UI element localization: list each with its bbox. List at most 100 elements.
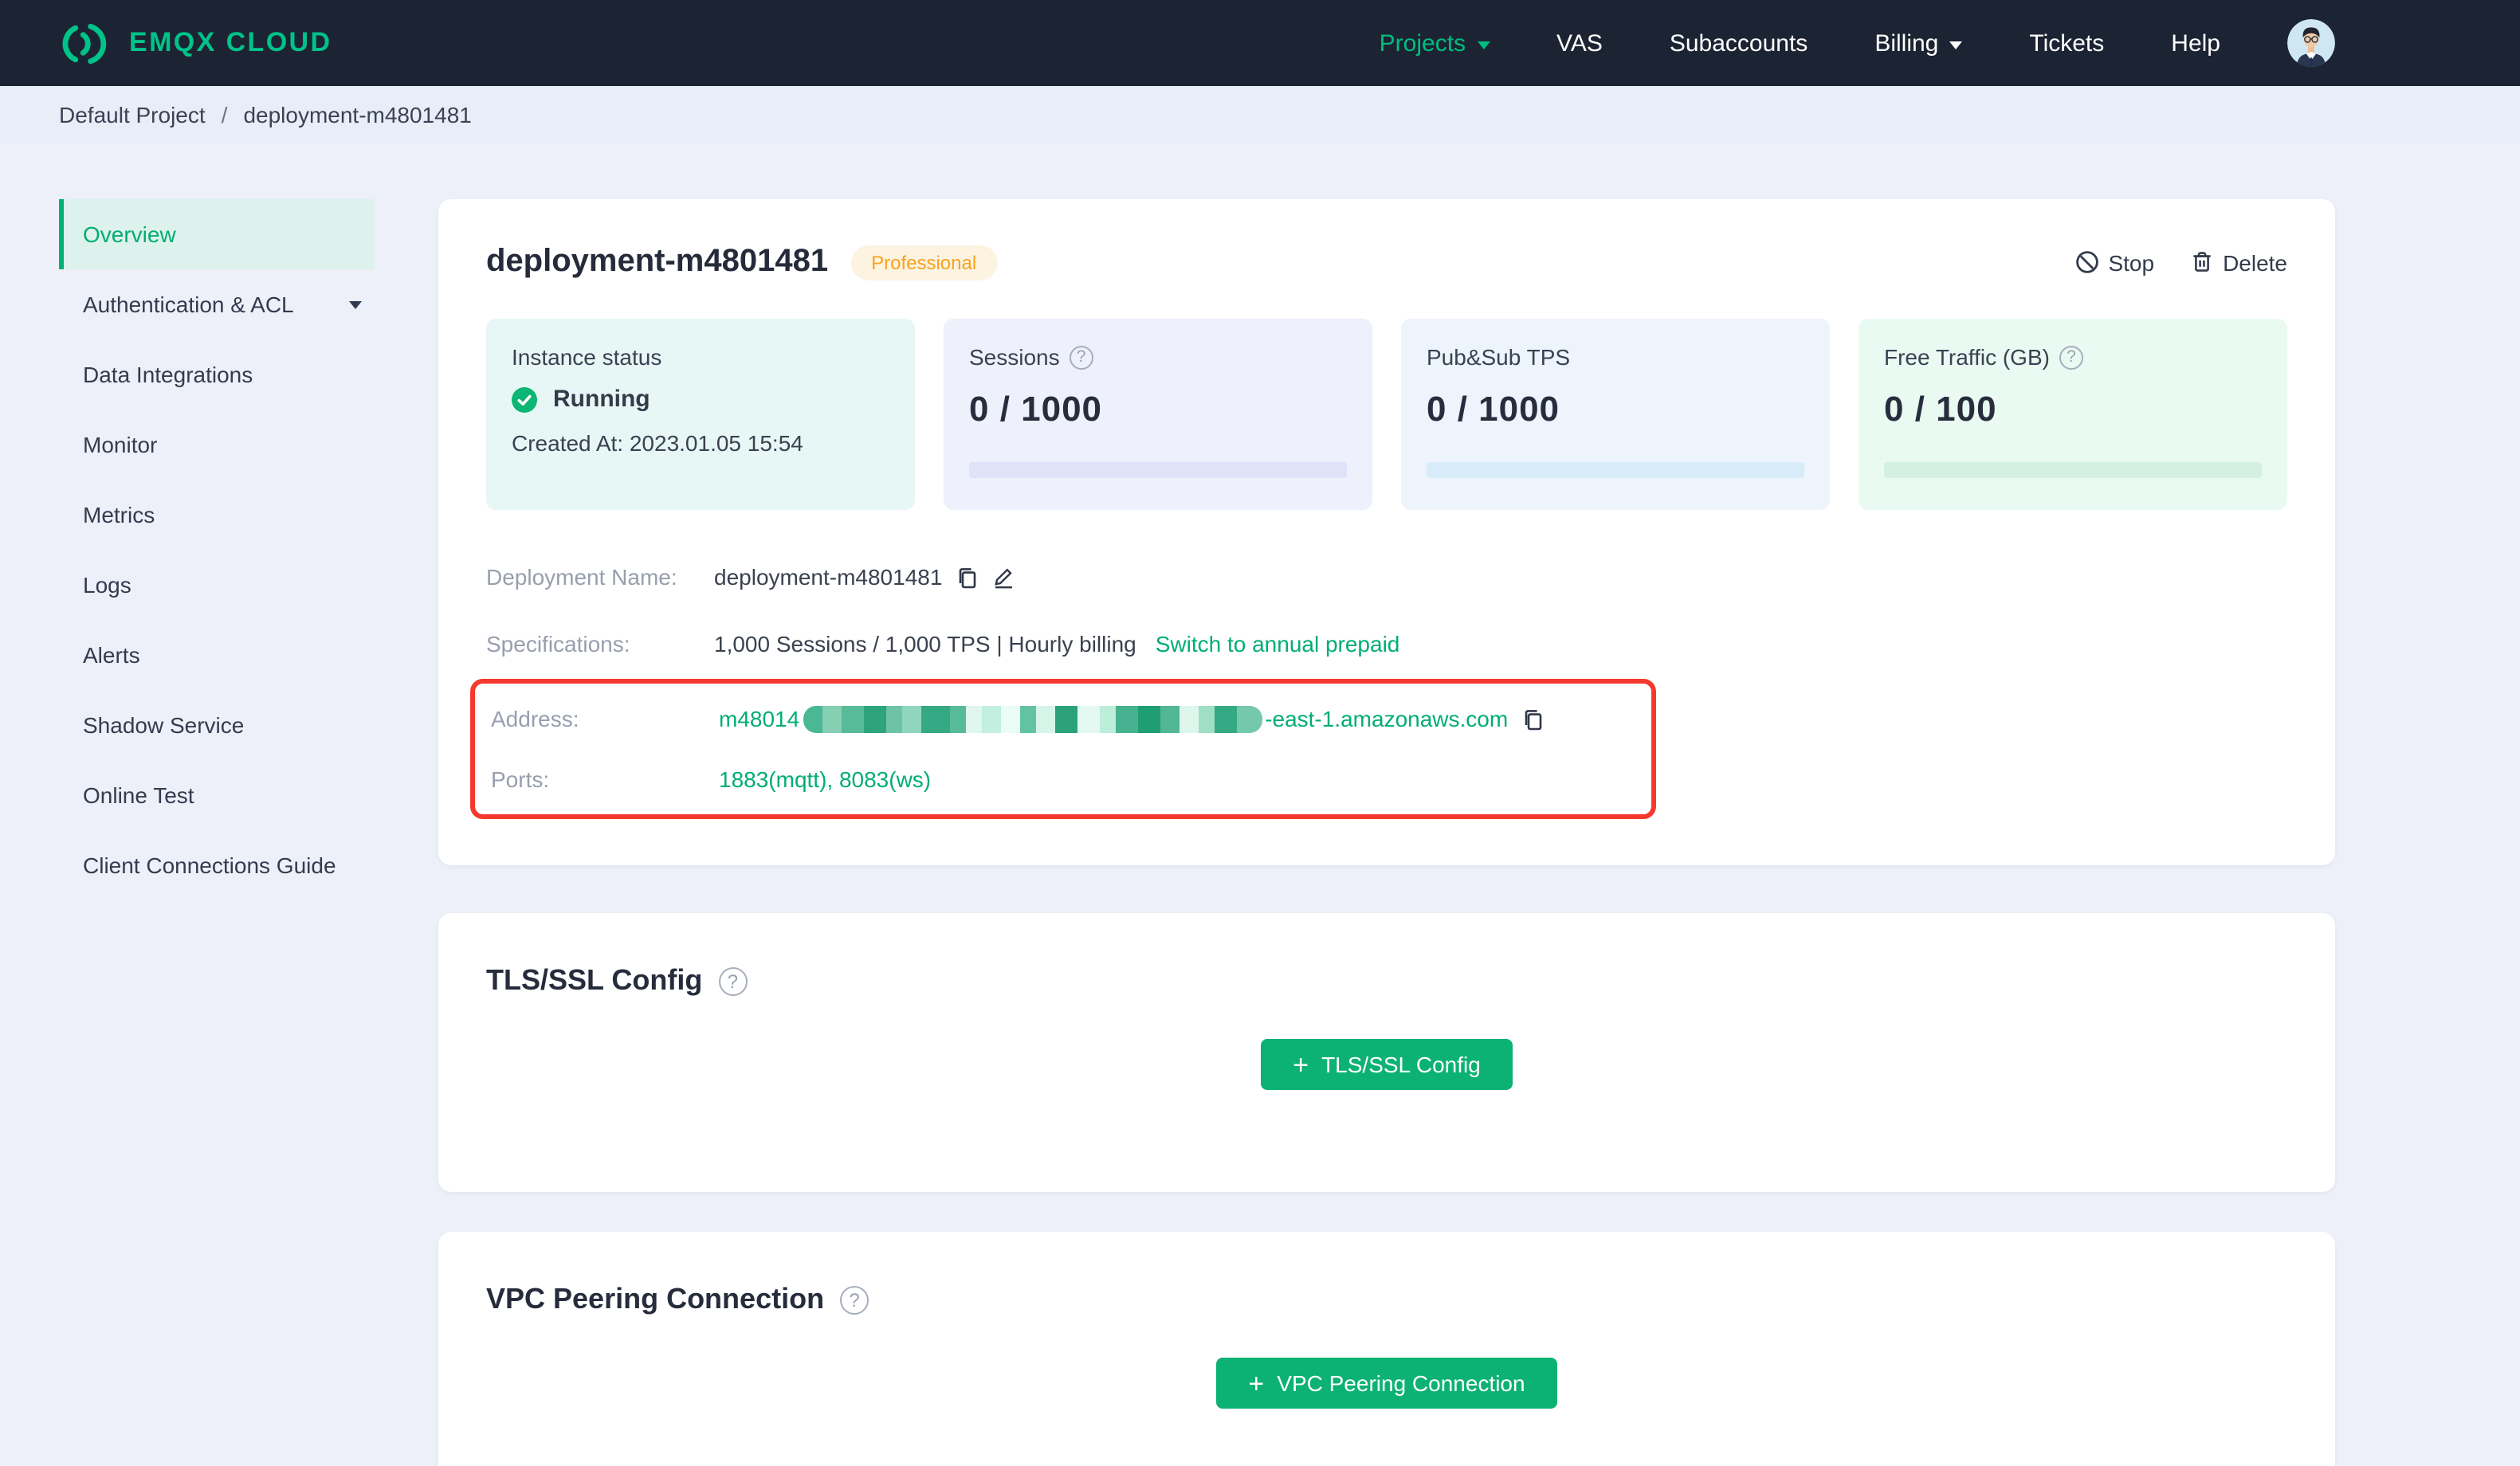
ports-label: Ports:: [491, 766, 550, 792]
address-row: Address: m48014 -east-1.amazonaws.com: [491, 703, 1651, 735]
delete-button[interactable]: Delete: [2189, 249, 2287, 275]
deployment-details: Deployment Name: deployment-m4801481 Spe…: [470, 561, 2287, 819]
sessions-card: Sessions ? 0 / 1000: [944, 319, 1372, 510]
help-icon[interactable]: ?: [1069, 345, 1093, 369]
sidebar-item-data-integrations[interactable]: Data Integrations: [59, 339, 375, 410]
breadcrumb-project[interactable]: Default Project: [59, 102, 206, 127]
deployment-name-row: Deployment Name: deployment-m4801481: [486, 561, 2287, 593]
deployment-actions: Stop Delete: [2074, 249, 2287, 275]
sidebar-item-label: Metrics: [83, 502, 155, 527]
help-icon[interactable]: ?: [840, 1285, 869, 1314]
sessions-value: 0 / 1000: [969, 389, 1103, 429]
nav-item-billing[interactable]: Billing: [1874, 29, 1963, 57]
sidebar-item-label: Online Test: [83, 782, 194, 808]
copy-icon[interactable]: [955, 565, 979, 589]
redacted-address-mosaic: [803, 705, 1262, 732]
sidebar-item-alerts[interactable]: Alerts: [59, 620, 375, 690]
instance-status-card: Instance status Running Created At: 2023…: [486, 319, 915, 510]
add-vpc-peering-connection-label: VPC Peering Connection: [1277, 1370, 1525, 1396]
nav-item-projects[interactable]: Projects: [1380, 29, 1490, 57]
nav-item-label: Billing: [1874, 29, 1939, 57]
breadcrumb-deployment: deployment-m4801481: [243, 102, 472, 127]
stop-button[interactable]: Stop: [2074, 249, 2154, 275]
traffic-value: 0 / 100: [1884, 389, 1997, 429]
vpc-peering-header: VPC Peering Connection ?: [486, 1283, 2287, 1316]
vpc-peering-title: VPC Peering Connection: [486, 1283, 825, 1315]
chevron-down-icon: [1949, 41, 1963, 49]
brand-logo[interactable]: EMQX CLOUD: [59, 22, 332, 65]
chevron-down-icon: [1477, 41, 1490, 49]
nav-item-help[interactable]: Help: [2171, 29, 2220, 57]
help-icon[interactable]: ?: [718, 966, 748, 995]
nav-menu: Projects VAS Subaccounts Billing Tickets…: [1380, 19, 2335, 67]
sidebar-item-monitor[interactable]: Monitor: [59, 410, 375, 480]
tps-progress-bar: [1427, 462, 1804, 478]
deployment-name-label: Deployment Name:: [486, 564, 677, 590]
trash-icon: [2192, 252, 2210, 272]
ports-row: Ports: 1883(mqtt), 8083(ws): [491, 763, 1651, 795]
emqx-cloud-app: EMQX CLOUD Projects VAS Subaccounts Bill…: [0, 0, 2520, 1466]
user-avatar[interactable]: [2287, 19, 2335, 67]
sidebar-item-label: Data Integrations: [83, 362, 253, 387]
edit-icon[interactable]: [991, 565, 1015, 589]
pubsub-tps-card: Pub&Sub TPS 0 / 1000: [1401, 319, 1830, 510]
stop-label: Stop: [2108, 249, 2155, 275]
sidebar-item-logs[interactable]: Logs: [59, 550, 375, 620]
sidebar-item-label: Logs: [83, 572, 131, 598]
nav-item-label: VAS: [1556, 29, 1603, 57]
sidebar-item-label: Shadow Service: [83, 712, 245, 738]
sidebar-item-online-test[interactable]: Online Test: [59, 760, 375, 830]
sidebar-item-label: Alerts: [83, 642, 140, 668]
deployment-overview-card: deployment-m4801481 Professional Stop De…: [438, 199, 2335, 865]
delete-label: Delete: [2223, 249, 2287, 275]
chevron-down-icon: [349, 300, 362, 308]
ports-value: 1883(mqtt), 8083(ws): [719, 766, 932, 792]
specifications-label: Specifications:: [486, 631, 630, 657]
address-suffix: -east-1.amazonaws.com: [1265, 706, 1509, 731]
sidebar-item-shadow-service[interactable]: Shadow Service: [59, 690, 375, 760]
tls-ssl-header: TLS/SSL Config ?: [486, 964, 2287, 998]
check-circle-icon: [512, 386, 537, 412]
tps-label: Pub&Sub TPS: [1427, 344, 1571, 370]
add-tls-ssl-config-button[interactable]: + TLS/SSL Config: [1261, 1039, 1513, 1090]
deployment-title: deployment-m4801481: [486, 244, 829, 279]
sidebar-item-metrics[interactable]: Metrics: [59, 480, 375, 550]
sessions-label: Sessions: [969, 344, 1060, 370]
deployment-header: deployment-m4801481 Professional Stop De…: [486, 244, 2287, 280]
vpc-peering-card: VPC Peering Connection ? + VPC Peering C…: [438, 1232, 2335, 1466]
specifications-row: Specifications: 1,000 Sessions / 1,000 T…: [486, 628, 2287, 660]
sidebar-item-client-connections-guide[interactable]: Client Connections Guide: [59, 830, 375, 900]
instance-status-value: Running: [553, 386, 650, 413]
nav-item-subaccounts[interactable]: Subaccounts: [1670, 29, 1808, 57]
avatar-person-icon: [2287, 19, 2335, 67]
sidebar-item-overview[interactable]: Overview: [59, 199, 375, 269]
tls-ssl-body: + TLS/SSL Config: [486, 1039, 2287, 1090]
sidebar-item-label: Monitor: [83, 432, 158, 457]
traffic-progress-bar: [1884, 462, 2262, 478]
add-vpc-peering-connection-button[interactable]: + VPC Peering Connection: [1216, 1358, 1557, 1409]
instance-status-label: Instance status: [512, 344, 662, 370]
breadcrumb: Default Project / deployment-m4801481: [0, 86, 2520, 143]
instance-status-label-row: Instance status: [512, 344, 889, 370]
tls-ssl-title: TLS/SSL Config: [486, 964, 703, 996]
help-icon[interactable]: ?: [2059, 345, 2083, 369]
stop-icon: [2075, 251, 2098, 273]
plus-icon: +: [1248, 1368, 1265, 1398]
screenshot-viewport: EMQX CLOUD Projects VAS Subaccounts Bill…: [0, 0, 2520, 1466]
address-label: Address:: [491, 706, 579, 731]
copy-icon[interactable]: [1521, 707, 1545, 731]
free-traffic-card: Free Traffic (GB) ? 0 / 100: [1859, 319, 2287, 510]
annotation-highlight-box: Address: m48014 -east-1.amazonaws.com Po…: [470, 679, 1656, 819]
nav-item-label: Subaccounts: [1669, 29, 1808, 57]
breadcrumb-separator: /: [221, 102, 228, 127]
tps-label-row: Pub&Sub TPS: [1427, 344, 1804, 370]
instance-status-value-row: Running: [512, 386, 889, 413]
switch-annual-prepaid-link[interactable]: Switch to annual prepaid: [1156, 631, 1400, 657]
top-navbar: EMQX CLOUD Projects VAS Subaccounts Bill…: [0, 0, 2520, 86]
tls-ssl-config-card: TLS/SSL Config ? + TLS/SSL Config: [438, 913, 2335, 1192]
sidebar-item-label: Authentication & ACL: [83, 292, 294, 317]
sidebar-item-authentication-acl[interactable]: Authentication & ACL: [59, 269, 375, 339]
nav-item-vas[interactable]: VAS: [1556, 29, 1603, 57]
nav-item-tickets[interactable]: Tickets: [2029, 29, 2104, 57]
traffic-label-row: Free Traffic (GB) ?: [1884, 344, 2262, 370]
